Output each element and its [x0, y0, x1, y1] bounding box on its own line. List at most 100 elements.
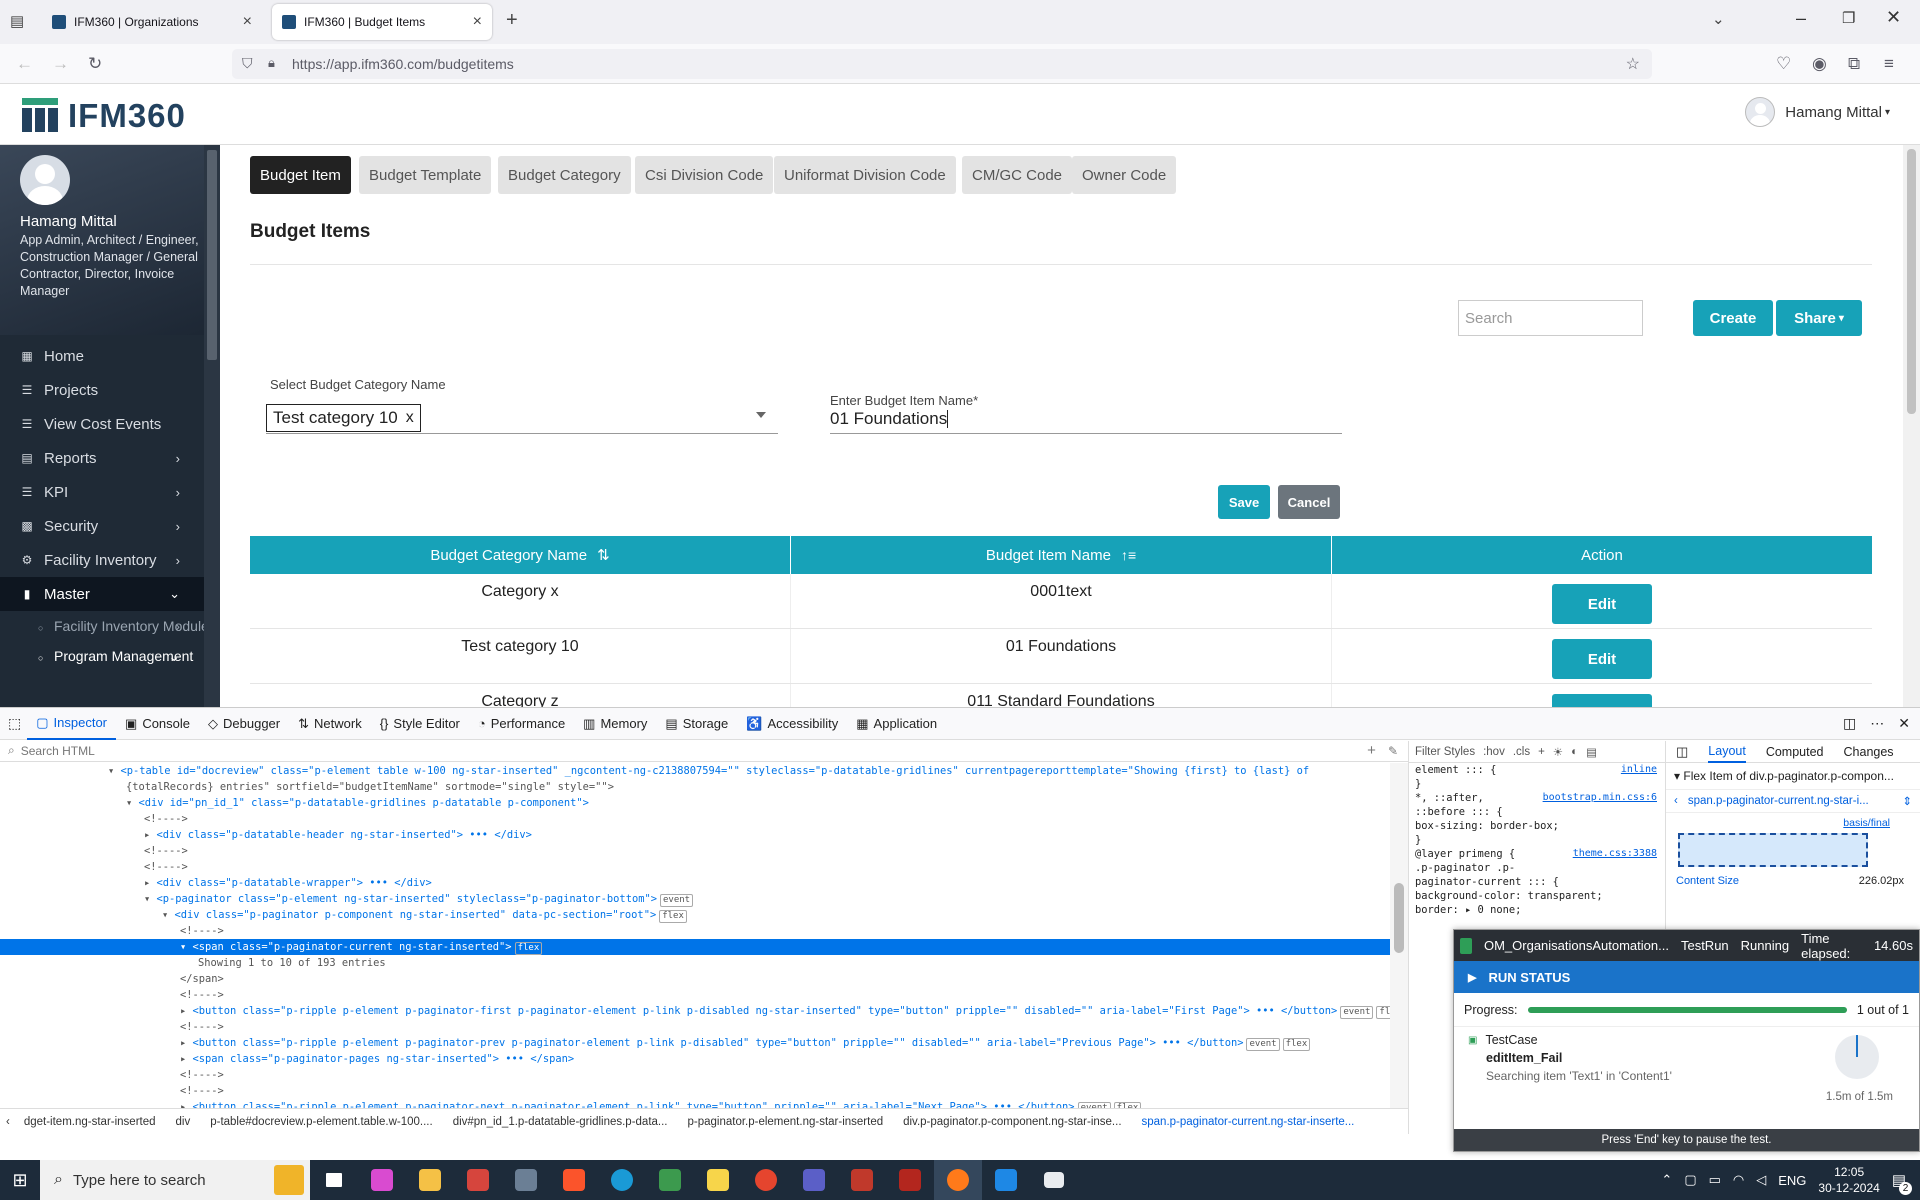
shield-icon[interactable]: ⛉ [242, 55, 253, 72]
chevron-left-icon[interactable]: ‹ [1674, 795, 1678, 807]
devtools-tab-storage[interactable]: ▤ Storage [656, 708, 737, 740]
sidebar-item-home[interactable]: ▦ Home [0, 339, 220, 373]
close-window-icon[interactable]: ✕ [1886, 7, 1901, 28]
add-node-icon[interactable]: + [1367, 742, 1376, 759]
breadcrumb-item[interactable]: div#pn_id_1.p-datatable-gridlines.p-data… [443, 1116, 678, 1128]
tab-computed[interactable]: Computed [1766, 745, 1824, 759]
close-devtools-icon[interactable]: ✕ [1898, 715, 1910, 732]
app-icon[interactable] [838, 1160, 886, 1200]
sidebar-scrollbar[interactable] [204, 145, 220, 707]
html-tree-line[interactable]: ▸ <div class="p-datatable-header ng-star… [0, 827, 1390, 843]
filter-styles-input[interactable]: Filter Styles [1415, 746, 1475, 758]
sidebar-item-view-cost-events[interactable]: ☰ View Cost Events [0, 407, 220, 441]
dock-icon[interactable]: ◫ [1843, 715, 1856, 732]
task-view-icon[interactable] [310, 1160, 358, 1200]
node-badge[interactable]: event [1246, 1038, 1280, 1051]
expand-toggle-icon[interactable]: ▾ [108, 765, 121, 777]
acrobat-icon[interactable] [886, 1160, 934, 1200]
lock-icon[interactable]: 🔒︎ [268, 55, 275, 71]
budget-item-name-input[interactable]: 01 Foundations [830, 404, 1342, 434]
taskbar-search-input[interactable]: ⌕ Type here to search [40, 1160, 310, 1200]
expand-toggle-icon[interactable]: ▸ [180, 1005, 193, 1017]
sidebar-item-projects[interactable]: ☰ Projects [0, 373, 220, 407]
column-header-item[interactable]: Budget Item Name ↑≡ [791, 536, 1332, 574]
devtools-tab-network[interactable]: ⇅ Network [289, 708, 371, 740]
vscode-icon[interactable] [982, 1160, 1030, 1200]
html-tree-line[interactable]: <!----> [0, 811, 1390, 827]
add-rule-icon[interactable]: + [1538, 746, 1545, 758]
hover-toggle[interactable]: :hov [1483, 746, 1505, 758]
page-scroll-thumb[interactable] [1907, 149, 1916, 414]
column-header-category[interactable]: Budget Category Name ⇅ [250, 536, 791, 574]
firefox-icon[interactable] [934, 1160, 982, 1200]
sidebar-item-facility-inventory[interactable]: ⚙ Facility Inventory › [0, 543, 220, 577]
tab-owner-code[interactable]: Owner Code [1072, 156, 1177, 194]
edit-button[interactable]: Edit [1552, 584, 1652, 624]
search-input[interactable]: Search [1458, 300, 1643, 336]
category-select[interactable]: Test category 10 x [266, 404, 778, 434]
tab-budget-template[interactable]: Budget Template [359, 156, 492, 194]
menu-icon[interactable]: ≡ [1884, 54, 1894, 74]
html-tree-line[interactable]: <!----> [0, 843, 1390, 859]
search-html-input[interactable]: ⌕ Search HTML + ✎ [0, 740, 1408, 762]
devtools-tab-accessibility[interactable]: ♿ Accessibility [737, 708, 847, 740]
devtools-tab-debugger[interactable]: ◇ Debugger [199, 708, 289, 740]
office-icon[interactable] [454, 1160, 502, 1200]
html-tree-line[interactable]: <!----> [0, 923, 1390, 939]
breadcrumb-item[interactable]: p-table#docreview.p-element.table.w-100.… [200, 1116, 442, 1128]
minimize-icon[interactable]: – [1796, 8, 1806, 29]
html-tree-line[interactable]: ▸ <button class="p-ripple p-element p-pa… [0, 1003, 1390, 1019]
light-mode-icon[interactable]: ☀ [1553, 745, 1563, 759]
html-tree-line[interactable]: ▾ <span class="p-paginator-current ng-st… [0, 939, 1390, 955]
account-icon[interactable]: ◉ [1812, 54, 1827, 74]
html-tree-line[interactable]: <!----> [0, 859, 1390, 875]
tab-budget-category[interactable]: Budget Category [498, 156, 631, 194]
html-tree-line[interactable]: <!----> [0, 1019, 1390, 1035]
close-tab-icon[interactable]: × [473, 13, 482, 31]
app-icon[interactable] [1030, 1160, 1078, 1200]
sidebar-item-master[interactable]: ▮ Master ⌄ [0, 577, 220, 611]
breadcrumb-item[interactable]: div.p-paginator.p-component.ng-star-inse… [893, 1116, 1131, 1128]
node-badge[interactable]: event [659, 894, 694, 907]
devtools-tab-performance[interactable]: ◔ Performance [469, 708, 574, 740]
windows-start-icon[interactable]: ⊞ [0, 1160, 40, 1200]
dropdown-caret-icon[interactable] [756, 412, 766, 418]
html-tree-line[interactable]: {totalRecords} entries" sortfield="budge… [0, 779, 1390, 795]
expand-toggle-icon[interactable]: ▸ [144, 829, 157, 841]
html-tree-line[interactable]: ▸ <span class="p-paginator-pages ng-star… [0, 1051, 1390, 1067]
tab-uniformat-division-code[interactable]: Uniformat Division Code [774, 156, 956, 194]
run-status-header[interactable]: ▶ RUN STATUS [1454, 961, 1919, 993]
teams-icon[interactable] [790, 1160, 838, 1200]
sidebar-toggle-icon[interactable]: ◫ [1676, 744, 1688, 760]
chrome-icon[interactable] [742, 1160, 790, 1200]
selector-dropdown-icon[interactable]: ⇕ [1902, 794, 1912, 808]
bookmark-star-icon[interactable]: ☆ [1626, 54, 1640, 74]
create-button[interactable]: Create [1693, 300, 1773, 336]
node-badge[interactable]: flex [1282, 1038, 1311, 1051]
html-tree-line[interactable]: ▸ <button class="p-ripple p-element p-pa… [0, 1035, 1390, 1051]
sidebar-scroll-thumb[interactable] [207, 150, 217, 360]
class-toggle[interactable]: .cls [1513, 746, 1530, 758]
restore-icon[interactable]: ❐ [1842, 9, 1855, 27]
copilot-icon[interactable] [358, 1160, 406, 1200]
more-options-icon[interactable]: ⋯ [1870, 715, 1884, 732]
devtools-tab-memory[interactable]: ▥ Memory [574, 708, 656, 740]
app-icon[interactable] [502, 1160, 550, 1200]
eyedropper-icon[interactable]: ✎ [1388, 744, 1398, 758]
breadcrumb-item[interactable]: span.p-paginator-current.ng-star-inserte… [1132, 1116, 1365, 1128]
wifi-icon[interactable]: ◠ [1733, 1172, 1744, 1188]
edge-icon[interactable] [598, 1160, 646, 1200]
expand-toggle-icon[interactable]: ▾ [144, 893, 157, 905]
tab-layout[interactable]: Layout [1708, 741, 1746, 763]
browser-tab-organizations[interactable]: IFM360 | Organizations × [42, 4, 262, 40]
html-tree-line[interactable]: Showing 1 to 10 of 193 entries [0, 955, 1390, 971]
expand-toggle-icon[interactable]: ▸ [180, 1053, 193, 1065]
html-tree-line[interactable]: <!----> [0, 987, 1390, 1003]
expand-toggle-icon[interactable]: ▸ [180, 1037, 193, 1049]
close-tab-icon[interactable]: × [243, 13, 252, 31]
save-button[interactable]: Save [1218, 485, 1270, 519]
battery-icon[interactable]: ▭ [1709, 1172, 1721, 1188]
node-badge[interactable]: flex [659, 910, 687, 923]
share-button[interactable]: Share ▾ [1776, 300, 1862, 336]
sidebar-item-security[interactable]: ▩ Security › [0, 509, 220, 543]
